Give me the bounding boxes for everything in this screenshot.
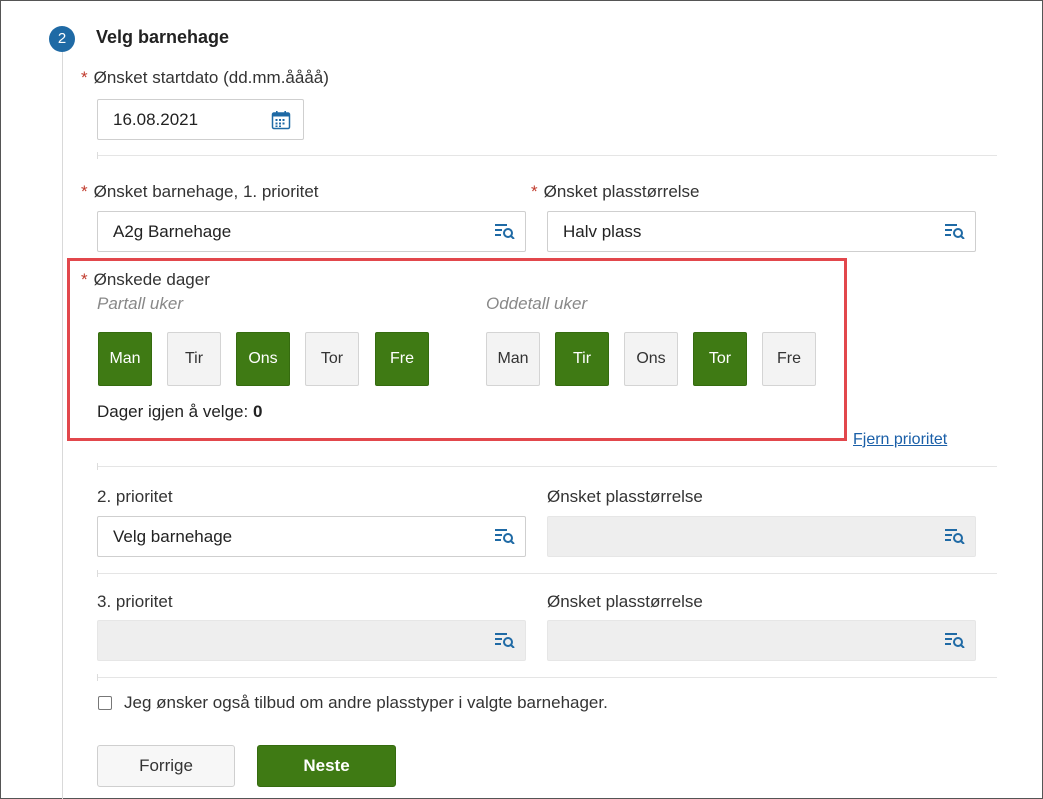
priority2-kindergarten-input[interactable]: Velg barnehage <box>97 516 526 557</box>
priority1-size-label-text: Ønsket plasstørrelse <box>543 182 700 201</box>
separator <box>97 152 997 159</box>
priority3-size-label: Ønsket plasstørrelse <box>547 592 703 611</box>
list-search-icon[interactable] <box>495 223 515 239</box>
priority2-kindergarten-value: Velg barnehage <box>113 527 233 546</box>
step-title: Velg barnehage <box>96 27 230 47</box>
remove-priority-link[interactable]: Fjern prioritet <box>853 431 947 449</box>
start-date-value: 16.08.2021 <box>113 110 199 129</box>
separator <box>97 463 997 470</box>
priority1-size-value: Halv plass <box>563 222 642 241</box>
list-search-icon[interactable] <box>945 528 965 544</box>
list-search-icon[interactable] <box>945 223 965 239</box>
next-button[interactable]: Neste <box>257 745 396 787</box>
list-search-icon[interactable] <box>945 632 965 648</box>
step-guide-line <box>62 40 63 799</box>
start-date-label-text: Ønsket startdato (dd.mm.åååå) <box>93 68 329 87</box>
required-marker: * <box>81 68 88 87</box>
priority3-size-input[interactable] <box>547 620 976 661</box>
separator <box>97 674 997 681</box>
step-number-badge: 2 <box>49 26 75 52</box>
list-search-icon[interactable] <box>495 632 515 648</box>
priority2-size-label: Ønsket plasstørrelse <box>547 487 703 506</box>
other-types-checkbox[interactable] <box>98 696 112 710</box>
highlight-box <box>67 258 847 441</box>
separator <box>97 570 997 577</box>
priority3-kindergarten-input[interactable] <box>97 620 526 661</box>
start-date-label: * Ønsket startdato (dd.mm.åååå) <box>81 68 329 88</box>
priority1-size-label: * Ønsket plasstørrelse <box>531 182 700 202</box>
previous-button[interactable]: Forrige <box>97 745 235 787</box>
priority1-label-text: Ønsket barnehage, 1. prioritet <box>93 182 319 201</box>
calendar-icon[interactable] <box>271 110 291 130</box>
priority3-label: 3. prioritet <box>97 592 173 611</box>
priority1-label: * Ønsket barnehage, 1. prioritet <box>81 182 319 202</box>
priority2-size-input[interactable] <box>547 516 976 557</box>
priority2-label: 2. prioritet <box>97 487 173 506</box>
priority1-size-input[interactable]: Halv plass <box>547 211 976 252</box>
list-search-icon[interactable] <box>495 528 515 544</box>
required-marker: * <box>531 182 538 201</box>
priority1-kindergarten-input[interactable]: A2g Barnehage <box>97 211 526 252</box>
priority1-kindergarten-value: A2g Barnehage <box>113 222 232 241</box>
start-date-input[interactable]: 16.08.2021 <box>97 99 304 140</box>
other-types-checkbox-label[interactable]: Jeg ønsker også tilbud om andre plasstyp… <box>124 693 608 713</box>
required-marker: * <box>81 182 88 201</box>
